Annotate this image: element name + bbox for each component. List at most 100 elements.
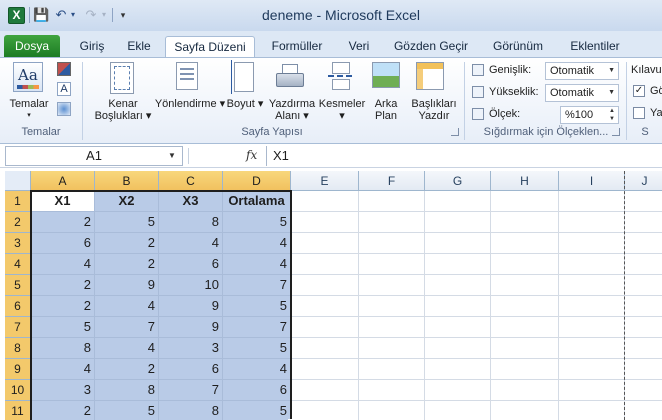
column-header-a[interactable]: A <box>31 171 95 191</box>
data-cell[interactable]: 9 <box>95 275 159 296</box>
cell[interactable] <box>291 338 359 359</box>
data-cell[interactable]: 4 <box>223 233 291 254</box>
cell[interactable] <box>359 401 425 420</box>
data-cell[interactable]: 2 <box>31 275 95 296</box>
cell[interactable] <box>559 191 625 212</box>
cell[interactable] <box>359 275 425 296</box>
cell[interactable] <box>491 338 559 359</box>
tab-review[interactable]: Gözden Geçir <box>388 36 474 57</box>
cell[interactable] <box>291 380 359 401</box>
row-header-3[interactable]: 3 <box>5 233 31 254</box>
cell[interactable] <box>625 338 662 359</box>
tab-add-ins[interactable]: Eklentiler <box>562 36 628 57</box>
background-icon[interactable] <box>372 62 400 88</box>
formula-bar-divider[interactable] <box>188 148 238 164</box>
data-cell[interactable]: 6 <box>159 359 223 380</box>
data-cell[interactable]: 5 <box>223 401 291 420</box>
data-cell[interactable]: 2 <box>31 401 95 420</box>
cell[interactable] <box>625 317 662 338</box>
cell[interactable] <box>559 359 625 380</box>
tab-file[interactable]: Dosya <box>4 35 60 57</box>
cell[interactable] <box>291 401 359 420</box>
column-header-h[interactable]: H <box>491 171 559 191</box>
data-cell[interactable]: 7 <box>223 275 291 296</box>
cell[interactable] <box>425 275 491 296</box>
column-header-j[interactable]: J <box>625 171 662 191</box>
cell[interactable] <box>425 212 491 233</box>
cell[interactable] <box>359 233 425 254</box>
data-cell[interactable]: 3 <box>159 338 223 359</box>
cell[interactable] <box>491 296 559 317</box>
cell[interactable] <box>425 233 491 254</box>
tab-page-layout[interactable]: Sayfa Düzeni <box>165 36 255 57</box>
row-header-1[interactable]: 1 <box>5 191 31 212</box>
margins-button-label[interactable]: Kenar Boşlukları ▾ <box>90 98 156 122</box>
row-header-9[interactable]: 9 <box>5 359 31 380</box>
cell[interactable] <box>559 254 625 275</box>
data-cell[interactable]: 9 <box>159 317 223 338</box>
cell[interactable] <box>625 275 662 296</box>
row-header-6[interactable]: 6 <box>5 296 31 317</box>
cell[interactable] <box>359 380 425 401</box>
data-cell[interactable]: 5 <box>223 296 291 317</box>
data-cell[interactable]: 10 <box>159 275 223 296</box>
gridlines-view-checkbox[interactable]: ✓ <box>633 85 645 97</box>
data-cell[interactable]: 5 <box>31 317 95 338</box>
row-header-10[interactable]: 10 <box>5 380 31 401</box>
cell[interactable] <box>291 212 359 233</box>
data-cell[interactable]: 8 <box>95 380 159 401</box>
print-area-icon[interactable] <box>276 64 306 92</box>
cell[interactable] <box>491 254 559 275</box>
cell[interactable] <box>359 296 425 317</box>
width-select[interactable]: Otomatik ▼ <box>545 62 619 80</box>
theme-fonts-icon[interactable]: A <box>57 82 71 96</box>
data-cell[interactable]: 2 <box>31 212 95 233</box>
size-icon[interactable] <box>231 60 254 94</box>
column-header-b[interactable]: B <box>95 171 159 191</box>
column-header-i[interactable]: I <box>559 171 625 191</box>
row-header-5[interactable]: 5 <box>5 275 31 296</box>
row-header-8[interactable]: 8 <box>5 338 31 359</box>
cell[interactable] <box>625 191 662 212</box>
name-box[interactable]: A1 <box>5 146 183 166</box>
cell[interactable] <box>425 296 491 317</box>
cell[interactable] <box>491 191 559 212</box>
cell[interactable] <box>491 359 559 380</box>
gridlines-print-checkbox[interactable] <box>633 107 645 119</box>
cell[interactable] <box>291 359 359 380</box>
cell[interactable] <box>291 191 359 212</box>
background-button-label[interactable]: Arka Plan <box>368 98 404 122</box>
data-cell[interactable]: 2 <box>31 296 95 317</box>
print-area-button-label[interactable]: Yazdırma Alanı ▾ <box>266 98 318 122</box>
cell[interactable] <box>425 338 491 359</box>
cell[interactable] <box>359 359 425 380</box>
row-header-2[interactable]: 2 <box>5 212 31 233</box>
header-cell[interactable]: Ortalama <box>223 191 291 212</box>
cell[interactable] <box>625 254 662 275</box>
data-cell[interactable]: 8 <box>31 338 95 359</box>
print-titles-button-label[interactable]: Başlıkları Yazdır <box>406 98 462 122</box>
data-cell[interactable]: 4 <box>31 359 95 380</box>
cell[interactable] <box>425 380 491 401</box>
page-setup-dialog-launcher-icon[interactable] <box>451 128 459 136</box>
cell[interactable] <box>559 401 625 420</box>
cell[interactable] <box>359 254 425 275</box>
cell[interactable] <box>291 296 359 317</box>
column-header-d[interactable]: D <box>223 171 291 191</box>
row-header-11[interactable]: 11 <box>5 401 31 420</box>
cell[interactable] <box>291 275 359 296</box>
cell[interactable] <box>359 212 425 233</box>
cell[interactable] <box>625 233 662 254</box>
cell[interactable] <box>559 275 625 296</box>
cell[interactable] <box>491 401 559 420</box>
margins-icon[interactable] <box>110 62 134 94</box>
data-cell[interactable]: 4 <box>223 359 291 380</box>
print-titles-icon[interactable] <box>416 62 444 90</box>
chevron-down-icon[interactable]: ▼ <box>168 151 176 160</box>
cell[interactable] <box>291 254 359 275</box>
row-header-7[interactable]: 7 <box>5 317 31 338</box>
cell[interactable] <box>625 212 662 233</box>
data-cell[interactable]: 4 <box>95 296 159 317</box>
tab-home[interactable]: Giriş <box>72 36 112 57</box>
cell[interactable] <box>559 317 625 338</box>
